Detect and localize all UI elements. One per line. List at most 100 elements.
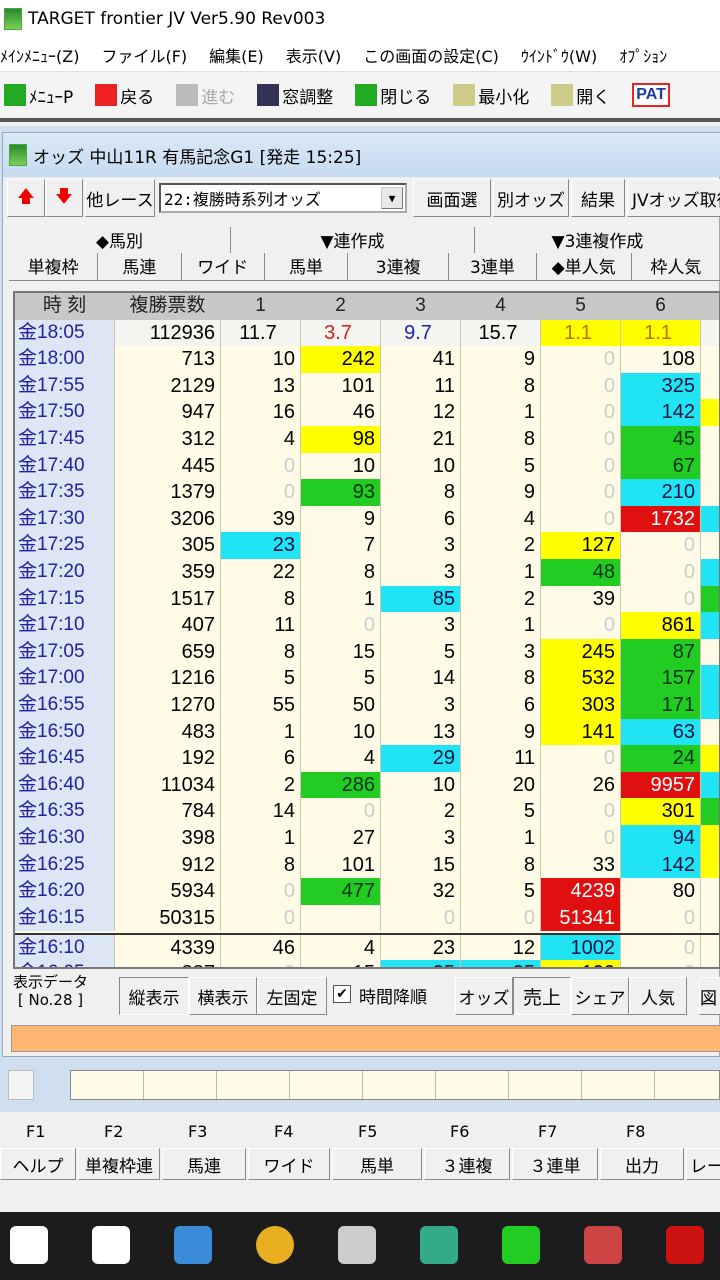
horizontal-view-button[interactable]: 横表示 (189, 977, 257, 1015)
time-desc-checkbox[interactable]: ✔ (333, 985, 351, 1003)
value-cell: 14 (221, 798, 301, 825)
tab-group-0[interactable]: ◆馬別 (9, 227, 231, 253)
value-cell: 1 (461, 825, 541, 852)
tab-group-1[interactable]: ▼連作成 (231, 227, 475, 253)
target-jv-icon[interactable] (420, 1226, 458, 1264)
pc-icon[interactable] (174, 1226, 212, 1264)
value-cell: 24 (621, 745, 701, 772)
value-cell: 9 (461, 718, 541, 746)
value-cell: 25 (381, 960, 461, 967)
value-cell: 8 (461, 665, 541, 692)
screen-select-button[interactable]: 画面選 (413, 179, 491, 217)
value-cell: 85 (381, 585, 461, 613)
menu-item[interactable]: 表示(V) (286, 43, 341, 67)
table-row: 金17:30 3206 39 9 6 4 0 1732 (15, 505, 719, 533)
value-cell: 108 (621, 346, 701, 373)
left-fix-button[interactable]: 左固定 (257, 977, 327, 1015)
column-header[interactable]: 2 (301, 293, 381, 320)
tab-3[interactable]: 馬単 (265, 253, 349, 280)
fkey-button-7[interactable]: 出力 (600, 1148, 684, 1180)
racing-app-icon[interactable] (584, 1226, 622, 1264)
column-header[interactable]: 1 (221, 293, 301, 320)
tab-1[interactable]: 馬連 (98, 253, 182, 280)
menu-item[interactable]: ﾒｲﾝﾒﾆｭｰ(Z) (0, 43, 79, 67)
toolbar-button-2[interactable]: 進む (176, 83, 235, 108)
share-view-button[interactable]: シェア (571, 977, 629, 1015)
windows-start-icon[interactable] (10, 1226, 48, 1264)
fkey-button-0[interactable]: ヘルプ (0, 1148, 76, 1180)
jv-odds-button[interactable]: JVオッズ取得 (627, 179, 720, 217)
vertical-view-button[interactable]: 縦表示 (119, 977, 189, 1015)
toolbar-button-1[interactable]: 戻る (95, 83, 154, 108)
odds-type-select[interactable]: 22:複勝時系列オッズ ▼ (159, 183, 407, 213)
tab-2[interactable]: ワイド (182, 253, 265, 280)
fkey-button-2[interactable]: 馬連 (162, 1148, 246, 1180)
fkey-button-3[interactable]: ワイド (248, 1148, 330, 1180)
tab-0[interactable]: 単複枠 (9, 253, 99, 280)
time-cell: 金17:40 (15, 452, 115, 480)
fkey-button-5[interactable]: ３連複 (424, 1148, 510, 1180)
popularity-view-button[interactable]: 人気 (629, 977, 687, 1015)
other-race-button[interactable]: 他レース (85, 179, 155, 217)
toolbar-button-4[interactable]: 閉じる (355, 83, 431, 108)
table-row: 金17:15 1517 8 1 85 2 39 0 (15, 585, 719, 613)
toolbar-button-5[interactable]: 最小化 (453, 83, 529, 108)
next-race-button[interactable]: 🡇 (45, 179, 83, 217)
votes-cell: 192 (115, 745, 221, 772)
j-app-icon[interactable] (338, 1226, 376, 1264)
menu-item[interactable]: ｵﾌﾟｼｮﾝ (619, 43, 667, 67)
menu-item[interactable]: この画面の設定(C) (363, 43, 499, 67)
column-header[interactable]: 3 (381, 293, 461, 320)
chevron-down-icon[interactable]: ▼ (381, 187, 403, 209)
value-cell: 5 (461, 452, 541, 480)
table-row: 金17:35 1379 0 93 8 9 0 210 (15, 479, 719, 506)
menu-item[interactable]: ｳｲﾝﾄﾞｳ(W) (521, 43, 597, 67)
votes-cell: 11034 (115, 771, 221, 799)
value-cell: 3 (381, 692, 461, 719)
odds-window: オッズ 中山11R 有馬記念G1 [発走 15:25] 🡅 🡇 他レース 22:… (2, 132, 720, 1057)
sales-view-button[interactable]: 売上 (513, 977, 571, 1015)
fkey-button-1[interactable]: 単複枠連 (78, 1148, 160, 1180)
column-header[interactable]: 6 (621, 293, 701, 320)
tab-6[interactable]: ◆単人気 (537, 253, 632, 280)
chrome-icon[interactable] (256, 1226, 294, 1264)
value-cell: 242 (301, 346, 381, 373)
fkey-button-8[interactable]: レース (686, 1148, 720, 1180)
fkey-button-4[interactable]: 馬単 (332, 1148, 422, 1180)
column-header[interactable]: 複勝票数 (115, 293, 221, 320)
toolbar-button-3[interactable]: 窓調整 (257, 83, 333, 108)
fkey-button-6[interactable]: ３連単 (512, 1148, 598, 1180)
value-cell: 0 (541, 372, 621, 400)
prev-race-button[interactable]: 🡅 (7, 179, 45, 217)
column-header[interactable]: 時 刻 (15, 293, 115, 320)
tab-5[interactable]: 3連単 (449, 253, 537, 280)
other-odds-button[interactable]: 別オッズ (493, 179, 569, 217)
acrobat-icon[interactable] (666, 1226, 704, 1264)
column-header[interactable] (701, 293, 719, 320)
value-cell: 13 (381, 718, 461, 746)
value-cell: 46 (221, 935, 301, 960)
lower-grid (70, 1070, 720, 1100)
menu-item[interactable]: 編集(E) (209, 43, 264, 67)
fkey-label: F3 (188, 1122, 208, 1141)
store-icon[interactable] (92, 1226, 130, 1264)
tab-7[interactable]: 枠人気 (632, 253, 720, 280)
odds-grid[interactable]: 時 刻複勝票数 1 2 3 4 5 6 金18:05 112936 11.7 3.7 9.7 15.7 1… (13, 291, 720, 969)
odds-view-button[interactable]: オッズ (455, 977, 513, 1015)
result-button[interactable]: 結果 (571, 179, 625, 217)
value-cell: 10 (301, 718, 381, 746)
toolbar-button-6[interactable]: 開く (551, 83, 610, 108)
value-cell (701, 479, 719, 506)
value-cell: 286 (301, 771, 381, 799)
menu-item[interactable]: ファイル(F) (101, 43, 187, 67)
tab-4[interactable]: 3連複 (348, 253, 450, 280)
line-icon[interactable] (502, 1226, 540, 1264)
tab-group-2[interactable]: ▼3連複作成 (475, 227, 720, 253)
toolbar-button-7[interactable]: PAT (632, 83, 670, 107)
toolbar-button-0[interactable]: ﾒﾆｭｰP (4, 83, 73, 108)
column-header[interactable]: 4 (461, 293, 541, 320)
chart-button[interactable]: 図 (699, 977, 720, 1015)
value-cell: 303 (541, 692, 621, 719)
time-cell: 金16:10 (15, 935, 115, 960)
column-header[interactable]: 5 (541, 293, 621, 320)
